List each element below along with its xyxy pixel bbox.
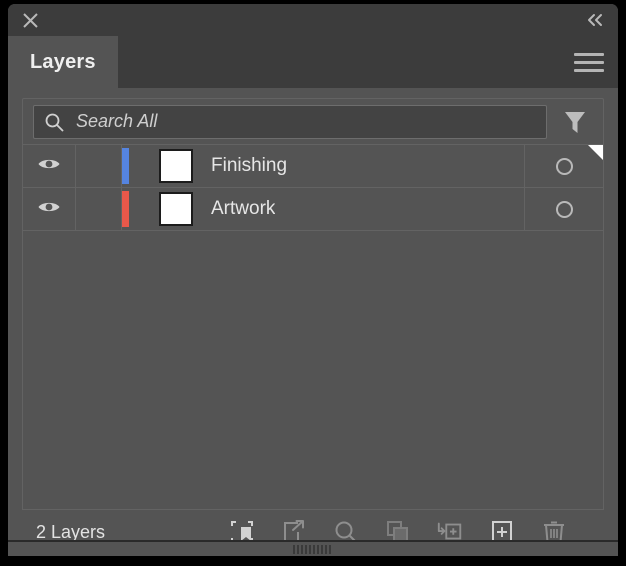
search-icon [44, 112, 64, 132]
layer-color-bar [122, 191, 129, 227]
layers-list: Finishing Artwork [22, 144, 604, 510]
layer-name[interactable]: Artwork [211, 198, 275, 220]
layers-list-empty-area[interactable] [23, 231, 603, 509]
eye-visible-icon [37, 199, 61, 220]
hamburger-menu-icon[interactable] [574, 36, 604, 88]
layer-thumbnail [159, 149, 193, 183]
panel-resize-bar[interactable] [8, 540, 618, 556]
double-chevron-left-icon[interactable] [586, 13, 604, 27]
search-box[interactable] [33, 104, 547, 139]
tab-layers-label: Layers [30, 50, 96, 73]
filter-funnel-icon[interactable] [561, 107, 589, 137]
close-icon[interactable] [22, 12, 39, 29]
panel-tabstrip: Layers [8, 36, 618, 88]
target-circle-icon [555, 200, 573, 218]
layer-thumbnail [159, 192, 193, 226]
eye-visible-icon [37, 156, 61, 177]
table-row[interactable]: Artwork [23, 188, 603, 231]
search-input[interactable] [64, 110, 536, 133]
hamburger-line [574, 68, 604, 72]
search-row [22, 98, 604, 144]
layer-lock-toggle[interactable] [76, 188, 122, 230]
table-row[interactable]: Finishing [23, 145, 603, 188]
layer-main-cell[interactable]: Finishing [122, 145, 524, 187]
target-circle-icon [555, 157, 573, 175]
layer-main-cell[interactable]: Artwork [122, 188, 524, 230]
panel-titlebar [8, 4, 618, 36]
layer-lock-toggle[interactable] [76, 145, 122, 187]
layer-name[interactable]: Finishing [211, 155, 287, 177]
selection-corner-indicator [588, 145, 603, 160]
layer-visibility-toggle[interactable] [23, 145, 76, 187]
layer-color-bar [122, 148, 129, 184]
hamburger-line [574, 60, 604, 64]
panel-body: Finishing [8, 88, 618, 554]
tabstrip-filler [118, 36, 574, 88]
layers-panel: Layers Search All Finishing Artwork 2 La… [8, 4, 618, 554]
layer-target-toggle[interactable] [524, 188, 603, 230]
hamburger-line [574, 52, 604, 56]
resize-grip-icon[interactable] [293, 544, 333, 554]
tab-layers[interactable]: Layers [8, 36, 118, 88]
layer-visibility-toggle[interactable] [23, 188, 76, 230]
